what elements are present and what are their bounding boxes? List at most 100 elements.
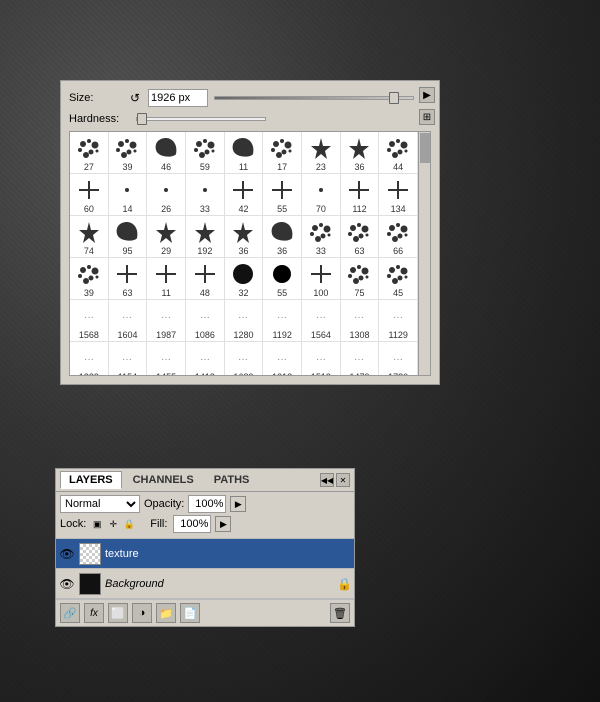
brush-cell-5[interactable]: 17 xyxy=(263,132,302,174)
brush-cell-17[interactable]: 134 xyxy=(379,174,418,216)
adjustment-layer-button[interactable]: ◑ xyxy=(132,603,152,623)
brush-cell-32[interactable]: 55 xyxy=(263,258,302,300)
size-slider-thumb[interactable] xyxy=(389,92,399,104)
brush-cell-42[interactable]: ··· 1564 xyxy=(302,300,341,342)
brush-cell-45[interactable]: ··· 1383 xyxy=(70,342,109,376)
brush-cell-20[interactable]: 29 xyxy=(147,216,186,258)
brush-cell-24[interactable]: 33 xyxy=(302,216,341,258)
lock-pixels-icon[interactable]: ▣ xyxy=(90,517,104,531)
layer-visibility-texture[interactable]: 👁 xyxy=(58,545,76,563)
layer-effects-button[interactable]: fx xyxy=(84,603,104,623)
close-button[interactable]: ✕ xyxy=(336,473,350,487)
brush-cell-46[interactable]: ··· 1154 xyxy=(109,342,148,376)
brush-num-44: 1129 xyxy=(388,331,407,340)
brush-cell-11[interactable]: 26 xyxy=(147,174,186,216)
size-input[interactable] xyxy=(148,89,208,107)
brush-cell-27[interactable]: 39 xyxy=(70,258,109,300)
svg-text:···: ··· xyxy=(393,312,403,323)
brush-preview-25 xyxy=(345,218,373,246)
brush-cell-31[interactable]: 32 xyxy=(225,258,264,300)
layer-thumb-texture xyxy=(79,543,101,565)
fill-arrow-button[interactable]: ▶ xyxy=(215,516,231,532)
brush-cell-9[interactable]: 60 xyxy=(70,174,109,216)
brush-cell-51[interactable]: ··· 1513 xyxy=(302,342,341,376)
brush-preview-31 xyxy=(229,260,257,288)
brush-cell-21[interactable]: 192 xyxy=(186,216,225,258)
brush-cell-8[interactable]: 44 xyxy=(379,132,418,174)
tab-channels[interactable]: CHANNELS xyxy=(124,471,203,489)
brush-grid-scrollbar-thumb[interactable] xyxy=(420,133,430,163)
blend-mode-select[interactable]: Normal xyxy=(60,495,140,513)
brush-cell-36[interactable]: ··· 1568 xyxy=(70,300,109,342)
brush-cell-28[interactable]: 63 xyxy=(109,258,148,300)
layer-name-background: Background xyxy=(105,578,337,590)
brush-cell-41[interactable]: ··· 1192 xyxy=(263,300,302,342)
brush-cell-43[interactable]: ··· 1308 xyxy=(341,300,380,342)
brush-num-10: 14 xyxy=(122,205,132,214)
brush-preview-48: ··· xyxy=(191,344,219,372)
brush-cell-15[interactable]: 70 xyxy=(302,174,341,216)
brush-cell-26[interactable]: 66 xyxy=(379,216,418,258)
brush-cell-53[interactable]: ··· 1780 xyxy=(379,342,418,376)
layer-row-texture[interactable]: 👁 texture xyxy=(56,539,354,569)
brush-num-22: 36 xyxy=(238,247,248,256)
brush-grid-scrollbar[interactable] xyxy=(418,132,430,375)
brush-cell-34[interactable]: 75 xyxy=(341,258,380,300)
new-folder-button[interactable]: 📁 xyxy=(156,603,176,623)
brush-cell-52[interactable]: ··· 1479 xyxy=(341,342,380,376)
link-layers-button[interactable]: 🔗 xyxy=(60,603,80,623)
brush-cell-29[interactable]: 11 xyxy=(147,258,186,300)
tab-layers[interactable]: LAYERS xyxy=(60,471,122,489)
fill-input[interactable] xyxy=(173,515,211,533)
brush-cell-23[interactable]: 36 xyxy=(263,216,302,258)
layer-thumb-background xyxy=(79,573,101,595)
brush-preview-30 xyxy=(191,260,219,288)
new-layer-button[interactable]: 📄 xyxy=(180,603,200,623)
brush-cell-35[interactable]: 45 xyxy=(379,258,418,300)
opacity-input[interactable] xyxy=(188,495,226,513)
brush-cell-16[interactable]: 112 xyxy=(341,174,380,216)
brush-cell-25[interactable]: 63 xyxy=(341,216,380,258)
brush-cell-30[interactable]: 48 xyxy=(186,258,225,300)
hardness-slider-thumb[interactable] xyxy=(137,113,147,125)
brush-cell-40[interactable]: ··· 1280 xyxy=(225,300,264,342)
brush-cell-39[interactable]: ··· 1086 xyxy=(186,300,225,342)
layer-row-background[interactable]: 👁 Background 🔒 xyxy=(56,569,354,599)
brush-cell-10[interactable]: 14 xyxy=(109,174,148,216)
brush-cell-2[interactable]: 46 xyxy=(147,132,186,174)
brush-cell-22[interactable]: 36 xyxy=(225,216,264,258)
layer-visibility-background[interactable]: 👁 xyxy=(58,575,76,593)
brush-cell-44[interactable]: ··· 1129 xyxy=(379,300,418,342)
tab-paths[interactable]: PATHS xyxy=(205,471,259,489)
brush-cell-48[interactable]: ··· 1418 xyxy=(186,342,225,376)
brush-cell-0[interactable]: 27 xyxy=(70,132,109,174)
opacity-arrow-button[interactable]: ▶ xyxy=(230,496,246,512)
panel-pin-button[interactable]: ⊞ xyxy=(419,109,435,125)
lock-move-icon[interactable]: ✛ xyxy=(106,517,120,531)
add-mask-button[interactable]: ⬜ xyxy=(108,603,128,623)
refresh-icon[interactable]: ↺ xyxy=(130,91,144,105)
panel-options-button[interactable]: ▶ xyxy=(419,87,435,103)
brush-cell-33[interactable]: 100 xyxy=(302,258,341,300)
brush-cell-3[interactable]: 59 xyxy=(186,132,225,174)
brush-cell-6[interactable]: 23 xyxy=(302,132,341,174)
size-slider-track[interactable] xyxy=(214,96,414,100)
brush-cell-38[interactable]: ··· 1987 xyxy=(147,300,186,342)
brush-cell-37[interactable]: ··· 1604 xyxy=(109,300,148,342)
brush-cell-49[interactable]: ··· 1689 xyxy=(225,342,264,376)
brush-cell-13[interactable]: 42 xyxy=(225,174,264,216)
brush-cell-14[interactable]: 55 xyxy=(263,174,302,216)
delete-layer-button[interactable]: 🗑 xyxy=(330,603,350,623)
brush-cell-4[interactable]: 11 xyxy=(225,132,264,174)
brush-cell-50[interactable]: ··· 1312 xyxy=(263,342,302,376)
brush-cell-7[interactable]: 36 xyxy=(341,132,380,174)
brush-cell-18[interactable]: 74 xyxy=(70,216,109,258)
brush-cell-19[interactable]: 95 xyxy=(109,216,148,258)
hardness-slider-track[interactable] xyxy=(136,117,266,121)
lock-all-icon[interactable]: 🔒 xyxy=(122,517,136,531)
brush-cell-47[interactable]: ··· 1455 xyxy=(147,342,186,376)
collapse-button[interactable]: ◀◀ xyxy=(320,473,334,487)
brush-cell-1[interactable]: 39 xyxy=(109,132,148,174)
brush-preview-4 xyxy=(229,134,257,162)
brush-cell-12[interactable]: 33 xyxy=(186,174,225,216)
